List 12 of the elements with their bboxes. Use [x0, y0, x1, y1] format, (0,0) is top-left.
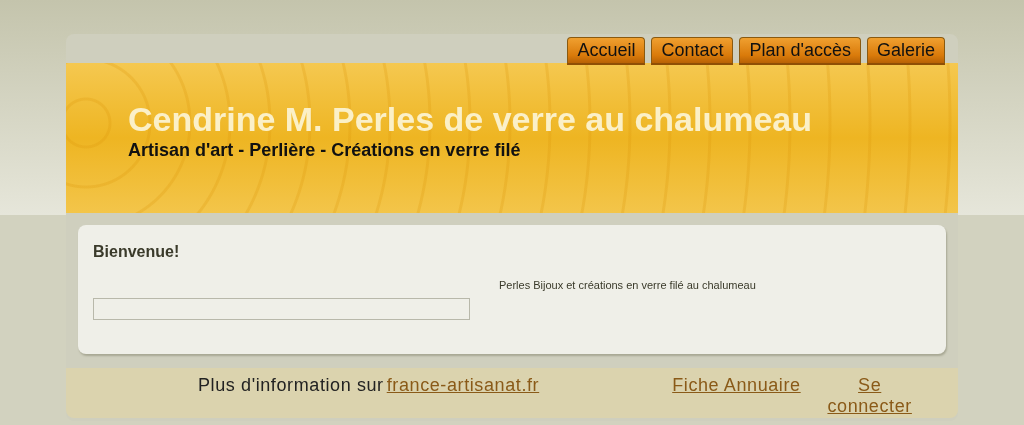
nav-tab[interactable]: Contact	[651, 37, 734, 63]
site-link[interactable]: france-artisanat.fr	[386, 375, 540, 396]
description-text: Perles Bijoux et créations en verre filé au chalumeau	[499, 279, 756, 293]
site-title: Cendrine M. Perles de verre au chalumeau	[128, 99, 814, 139]
nav-tab[interactable]: Galerie	[866, 37, 945, 63]
nav-tab[interactable]: Accueil	[567, 37, 646, 63]
welcome-heading: Bienvenue!	[93, 242, 181, 262]
site-subtitle: Artisan d'art - Perlière - Créations en verre filé	[128, 139, 522, 161]
nav-tab[interactable]: Plan d'accès	[739, 37, 861, 63]
footer-link[interactable]: Se connecter	[824, 375, 915, 417]
info-text: Plus d'information sur	[198, 375, 384, 396]
footer-link[interactable]: Fiche Annuaire	[672, 375, 801, 396]
